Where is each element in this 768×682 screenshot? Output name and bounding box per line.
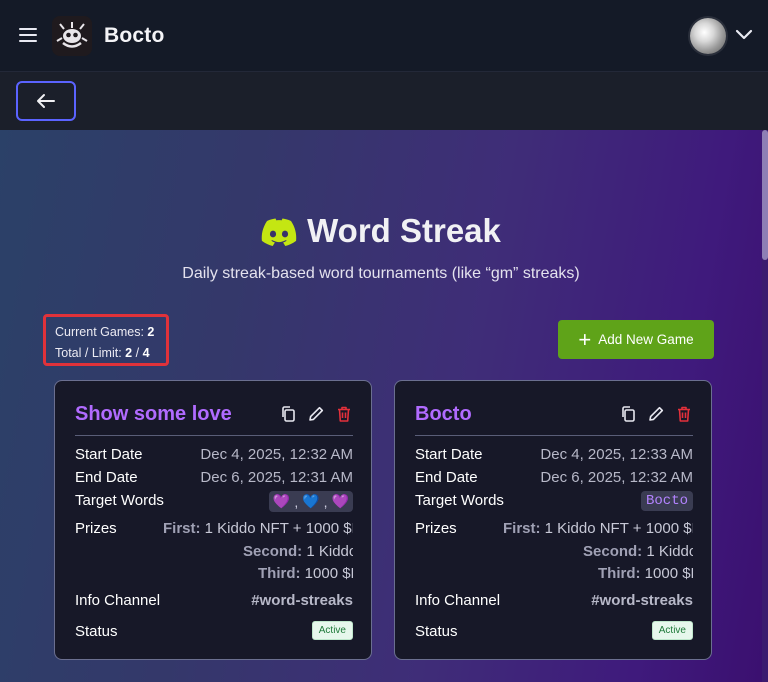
- prize-first-value: 1 Kiddo NFT + 1000 $FAT: [204, 520, 353, 537]
- prize-second: Second: 1 Kiddo NFT: [583, 543, 693, 560]
- prize-first-label: First:: [163, 520, 201, 537]
- current-games-stat: Current Games: 2: [55, 322, 166, 343]
- target-word: Bocto: [640, 491, 693, 511]
- game-card: Show some love Start Date Dec 4, 2025, 1…: [54, 380, 372, 660]
- prizes-list: First: 1 Kiddo NFT + 1000 $FAT Second: 1…: [163, 520, 353, 590]
- copy-icon[interactable]: [279, 405, 297, 423]
- app-logo[interactable]: [52, 16, 92, 56]
- status-badge: Active: [311, 621, 353, 640]
- start-date-label: Start Date: [415, 446, 483, 463]
- add-new-game-button[interactable]: + Add New Game: [558, 320, 714, 359]
- info-channel-label: Info Channel: [415, 592, 501, 609]
- target-word: 💜: [272, 493, 291, 509]
- start-date-value: Dec 4, 2025, 12:32 AM: [200, 446, 353, 463]
- status-label: Status: [75, 623, 118, 640]
- end-date-value: Dec 6, 2025, 12:32 AM: [540, 469, 693, 486]
- game-title: Bocto: [415, 403, 472, 425]
- target-words-label: Target Words: [75, 492, 164, 509]
- prize-third-label: Third:: [258, 565, 301, 582]
- delete-icon[interactable]: [675, 405, 693, 423]
- status-label: Status: [415, 623, 458, 640]
- prizes-label: Prizes: [415, 520, 457, 537]
- delete-icon[interactable]: [335, 405, 353, 423]
- total-limit-label: Total / Limit:: [55, 346, 122, 360]
- toolbar: [0, 71, 768, 131]
- discord-icon: [261, 216, 297, 254]
- page-subtitle: Daily streak-based word tournaments (lik…: [182, 265, 580, 282]
- total-limit-stat: Total / Limit: 2 / 4: [55, 343, 166, 364]
- user-avatar[interactable]: [690, 18, 726, 54]
- target-words-value: 💜, 💙, 💜: [268, 491, 353, 512]
- prize-third-value: 1000 $FAT: [644, 565, 693, 582]
- prizes-row: Prizes First: 1 Kiddo NFT + 1000 $FAT Se…: [415, 520, 693, 590]
- scrollbar[interactable]: [762, 130, 768, 682]
- prize-third-value: 1000 $FAT: [304, 565, 353, 582]
- target-sep: ,: [323, 493, 328, 510]
- target-word: 💙: [302, 493, 320, 509]
- hamburger-icon[interactable]: [19, 28, 37, 44]
- info-channel-link[interactable]: #word-streaks: [251, 592, 353, 609]
- target-sep: ,: [294, 493, 299, 510]
- top-navbar: Bocto: [0, 0, 768, 71]
- add-new-game-label: Add New Game: [598, 332, 694, 347]
- status-badge: Active: [651, 621, 693, 640]
- game-card: Bocto Start Date Dec 4, 2025, 12:33 AM E…: [394, 380, 712, 660]
- divider: [75, 435, 353, 436]
- edit-icon[interactable]: [307, 405, 325, 423]
- divider: [415, 435, 693, 436]
- end-date-value: Dec 6, 2025, 12:31 AM: [200, 469, 353, 486]
- prizes-label: Prizes: [75, 520, 117, 537]
- app-title: Bocto: [104, 24, 165, 47]
- info-channel-label: Info Channel: [75, 592, 161, 609]
- main-content: Word Streak Daily streak-based word tour…: [0, 130, 762, 682]
- prizes-row: Prizes First: 1 Kiddo NFT + 1000 $FAT Se…: [75, 520, 353, 590]
- prize-first-value: 1 Kiddo NFT + 1000 $FAT: [544, 520, 693, 537]
- prize-third: Third: 1000 $FAT: [598, 565, 693, 582]
- prize-second-label: Second:: [583, 543, 643, 560]
- scrollbar-thumb[interactable]: [762, 130, 768, 260]
- copy-icon[interactable]: [619, 405, 637, 423]
- info-channel-link[interactable]: #word-streaks: [591, 592, 693, 609]
- edit-icon[interactable]: [647, 405, 665, 423]
- end-date-label: End Date: [415, 469, 478, 486]
- game-title: Show some love: [75, 403, 232, 425]
- start-date-label: Start Date: [75, 446, 143, 463]
- arrow-left-icon: [37, 94, 55, 108]
- target-word: 💜: [331, 493, 349, 509]
- plus-icon: +: [578, 326, 592, 352]
- limit-value: 4: [142, 346, 150, 360]
- current-games-label: Current Games:: [55, 325, 144, 339]
- prize-second-value: 1 Kiddo NFT: [306, 543, 353, 560]
- prize-third-label: Third:: [598, 565, 641, 582]
- prize-second-label: Second:: [243, 543, 303, 560]
- prize-third: Third: 1000 $FAT: [258, 565, 353, 582]
- prize-first-label: First:: [503, 520, 541, 537]
- prize-first: First: 1 Kiddo NFT + 1000 $FAT: [503, 520, 693, 537]
- prizes-list: First: 1 Kiddo NFT + 1000 $FAT Second: 1…: [503, 520, 693, 590]
- chevron-down-icon[interactable]: [735, 28, 753, 40]
- start-date-value: Dec 4, 2025, 12:33 AM: [540, 446, 693, 463]
- prize-second: Second: 1 Kiddo NFT: [243, 543, 353, 560]
- total-limit-separator: /: [135, 346, 140, 360]
- end-date-label: End Date: [75, 469, 138, 486]
- current-games-value: 2: [147, 325, 155, 339]
- prize-second-value: 1 Kiddo NFT: [646, 543, 693, 560]
- target-words-label: Target Words: [415, 492, 504, 509]
- back-button[interactable]: [16, 81, 76, 121]
- total-value: 2: [125, 346, 133, 360]
- page-title: Word Streak: [0, 212, 762, 254]
- prize-first: First: 1 Kiddo NFT + 1000 $FAT: [163, 520, 353, 537]
- page-title-text: Word Streak: [307, 212, 501, 249]
- game-stats-box: Current Games: 2 Total / Limit: 2 / 4: [43, 314, 169, 366]
